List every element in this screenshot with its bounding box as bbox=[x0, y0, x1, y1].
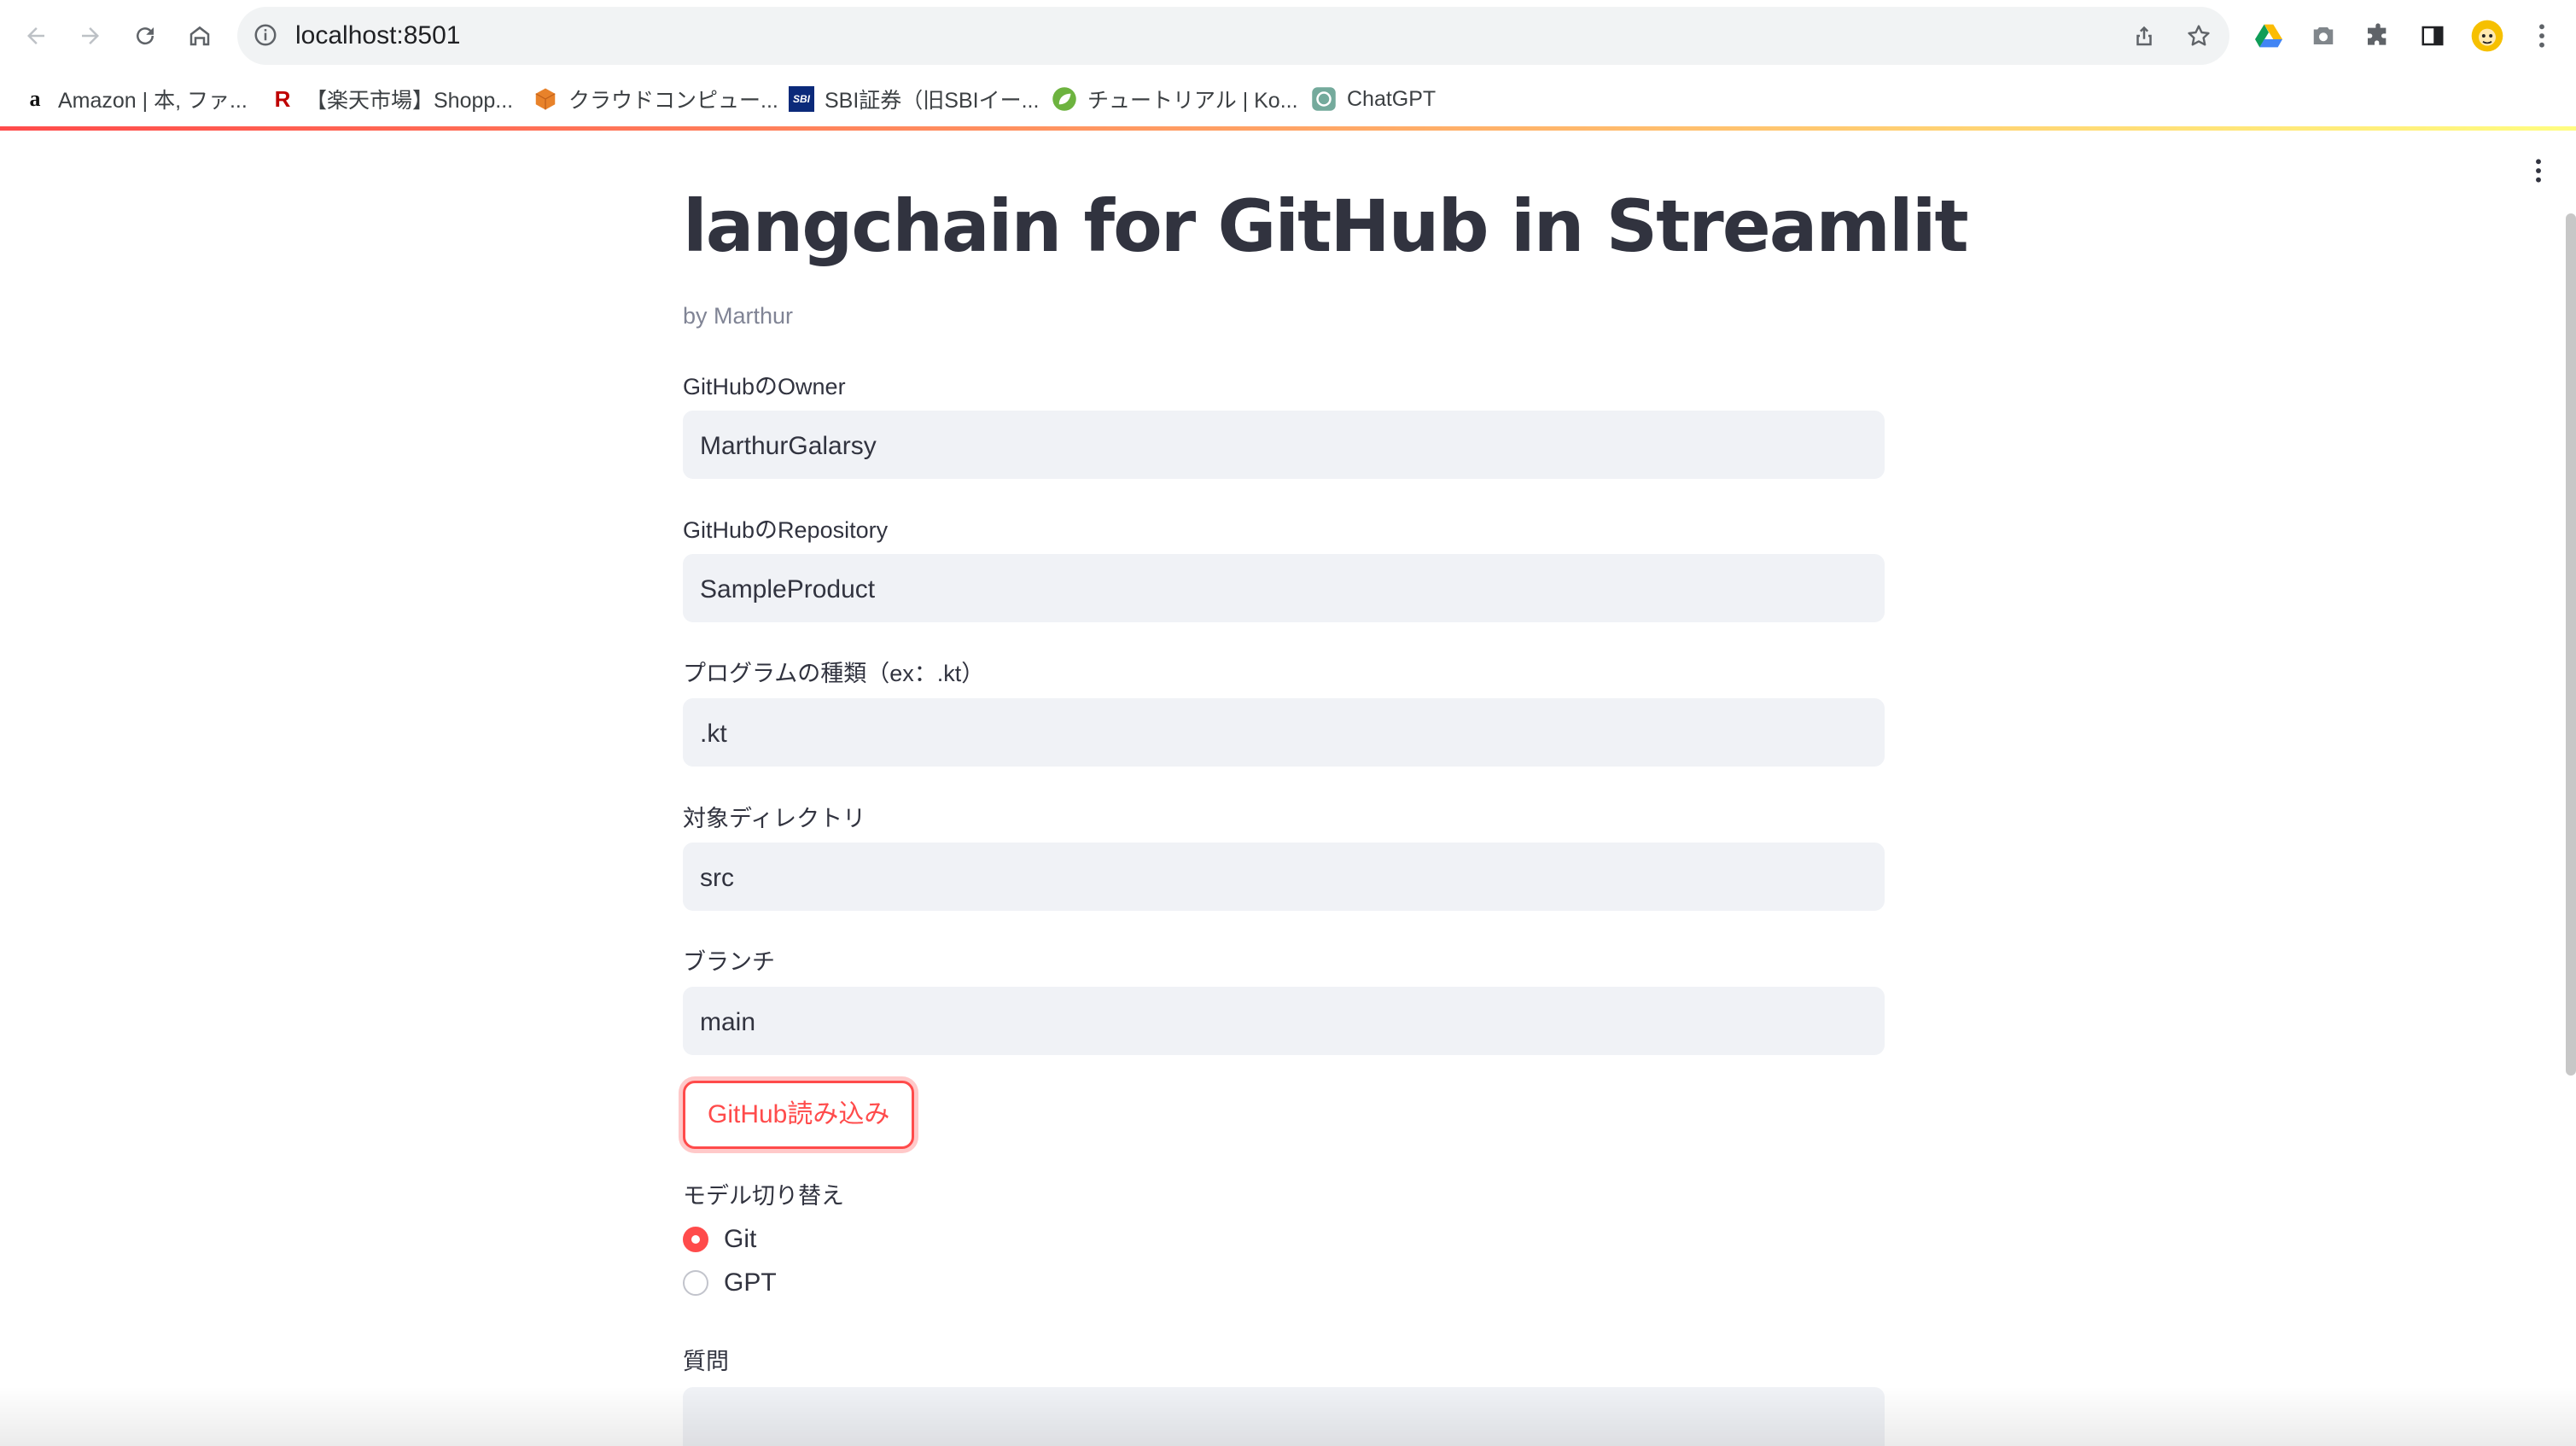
home-icon bbox=[189, 26, 210, 46]
share-icon[interactable] bbox=[2129, 20, 2159, 51]
bookmark-label: クラウドコンピュー... bbox=[568, 89, 778, 113]
home-button[interactable] bbox=[181, 17, 219, 55]
repository-input[interactable]: SampleProduct bbox=[683, 554, 1885, 622]
site-info-icon[interactable] bbox=[253, 22, 278, 48]
forward-button[interactable] bbox=[72, 17, 109, 55]
bottom-fade bbox=[0, 1386, 2576, 1446]
bookmark-star-icon[interactable] bbox=[2183, 20, 2214, 51]
model-switch-label: モデル切り替え bbox=[683, 1183, 844, 1209]
program-type-label: プログラムの種類（ex：.kt） bbox=[683, 661, 985, 686]
bookmark-aws[interactable]: クラウドコンピュー... bbox=[533, 80, 778, 118]
branch-input[interactable]: main bbox=[683, 987, 1885, 1055]
directory-label: 対象ディレクトリ bbox=[683, 806, 866, 831]
bookmark-tutorial[interactable]: チュートリアル | Ko... bbox=[1052, 80, 1298, 118]
back-button[interactable] bbox=[17, 17, 55, 55]
url-text: localhost:8501 bbox=[295, 21, 461, 50]
owner-label: GitHubのOwner bbox=[683, 374, 846, 399]
streamlit-header-decoration bbox=[0, 126, 2576, 131]
bookmark-label: Amazon | 本, ファ... bbox=[58, 89, 248, 113]
address-bar[interactable]: localhost:8501 bbox=[237, 7, 2229, 65]
amazon-icon: a bbox=[29, 86, 41, 111]
reload-button[interactable] bbox=[126, 17, 164, 55]
google-drive-icon[interactable] bbox=[2250, 17, 2288, 55]
repository-label: GitHubのRepository bbox=[683, 517, 889, 543]
extensions-puzzle-icon[interactable] bbox=[2359, 17, 2397, 55]
rakuten-icon: R bbox=[274, 85, 291, 112]
radio-option-label: Git bbox=[724, 1225, 757, 1253]
bookmark-label: SBI証券（旧SBIイー... bbox=[825, 89, 1040, 113]
browser-menu-icon[interactable] bbox=[2523, 17, 2561, 55]
radio-option-label: GPT bbox=[724, 1268, 777, 1297]
aws-cube-icon bbox=[533, 86, 558, 112]
directory-input[interactable]: src bbox=[683, 843, 1885, 911]
forward-arrow-icon bbox=[82, 27, 99, 44]
bookmarks-bar: a Amazon | 本, ファ... R 【楽天市場】Shopp... クラウ… bbox=[0, 72, 2576, 128]
side-panel-icon[interactable] bbox=[2414, 17, 2451, 55]
branch-label: ブランチ bbox=[683, 949, 775, 975]
byline: by Marthur bbox=[683, 303, 794, 329]
bookmark-chatgpt[interactable]: ChatGPT bbox=[1311, 80, 1436, 118]
radio-selected-icon[interactable] bbox=[683, 1227, 708, 1252]
camera-extension-icon[interactable] bbox=[2305, 17, 2342, 55]
reload-icon bbox=[137, 27, 154, 45]
radio-option-git[interactable]: Git bbox=[683, 1225, 756, 1254]
question-label: 質問 bbox=[683, 1349, 729, 1374]
back-arrow-icon bbox=[27, 27, 44, 44]
spring-leaf-icon bbox=[1052, 86, 1077, 112]
bookmark-rakuten[interactable]: R 【楽天市場】Shopp... bbox=[270, 80, 514, 118]
browser-toolbar: localhost:8501 bbox=[0, 0, 2576, 72]
kebab-menu-icon bbox=[2536, 159, 2541, 183]
bookmark-label: チュートリアル | Ko... bbox=[1087, 89, 1298, 113]
program-type-input[interactable]: .kt bbox=[683, 698, 1885, 767]
profile-avatar-icon[interactable] bbox=[2468, 17, 2506, 55]
owner-input[interactable]: MarthurGalarsy bbox=[683, 411, 1885, 479]
page-scrollbar[interactable] bbox=[2566, 213, 2576, 1076]
chatgpt-icon bbox=[1311, 86, 1337, 112]
bookmark-amazon[interactable]: a Amazon | 本, ファ... bbox=[22, 80, 248, 118]
sbi-icon: SBI bbox=[789, 86, 814, 112]
bookmark-label: 【楽天市場】Shopp... bbox=[306, 89, 514, 113]
github-load-button[interactable]: GitHub読み込み bbox=[683, 1081, 915, 1149]
page-title: langchain for GitHub in Streamlit bbox=[683, 184, 1969, 268]
radio-unselected-icon[interactable] bbox=[683, 1270, 708, 1296]
bookmark-label: ChatGPT bbox=[1347, 86, 1437, 111]
radio-option-gpt[interactable]: GPT bbox=[683, 1268, 777, 1297]
bookmark-sbi[interactable]: SBI SBI証券（旧SBIイー... bbox=[789, 80, 1039, 118]
app-main-menu-button[interactable] bbox=[2521, 154, 2556, 188]
